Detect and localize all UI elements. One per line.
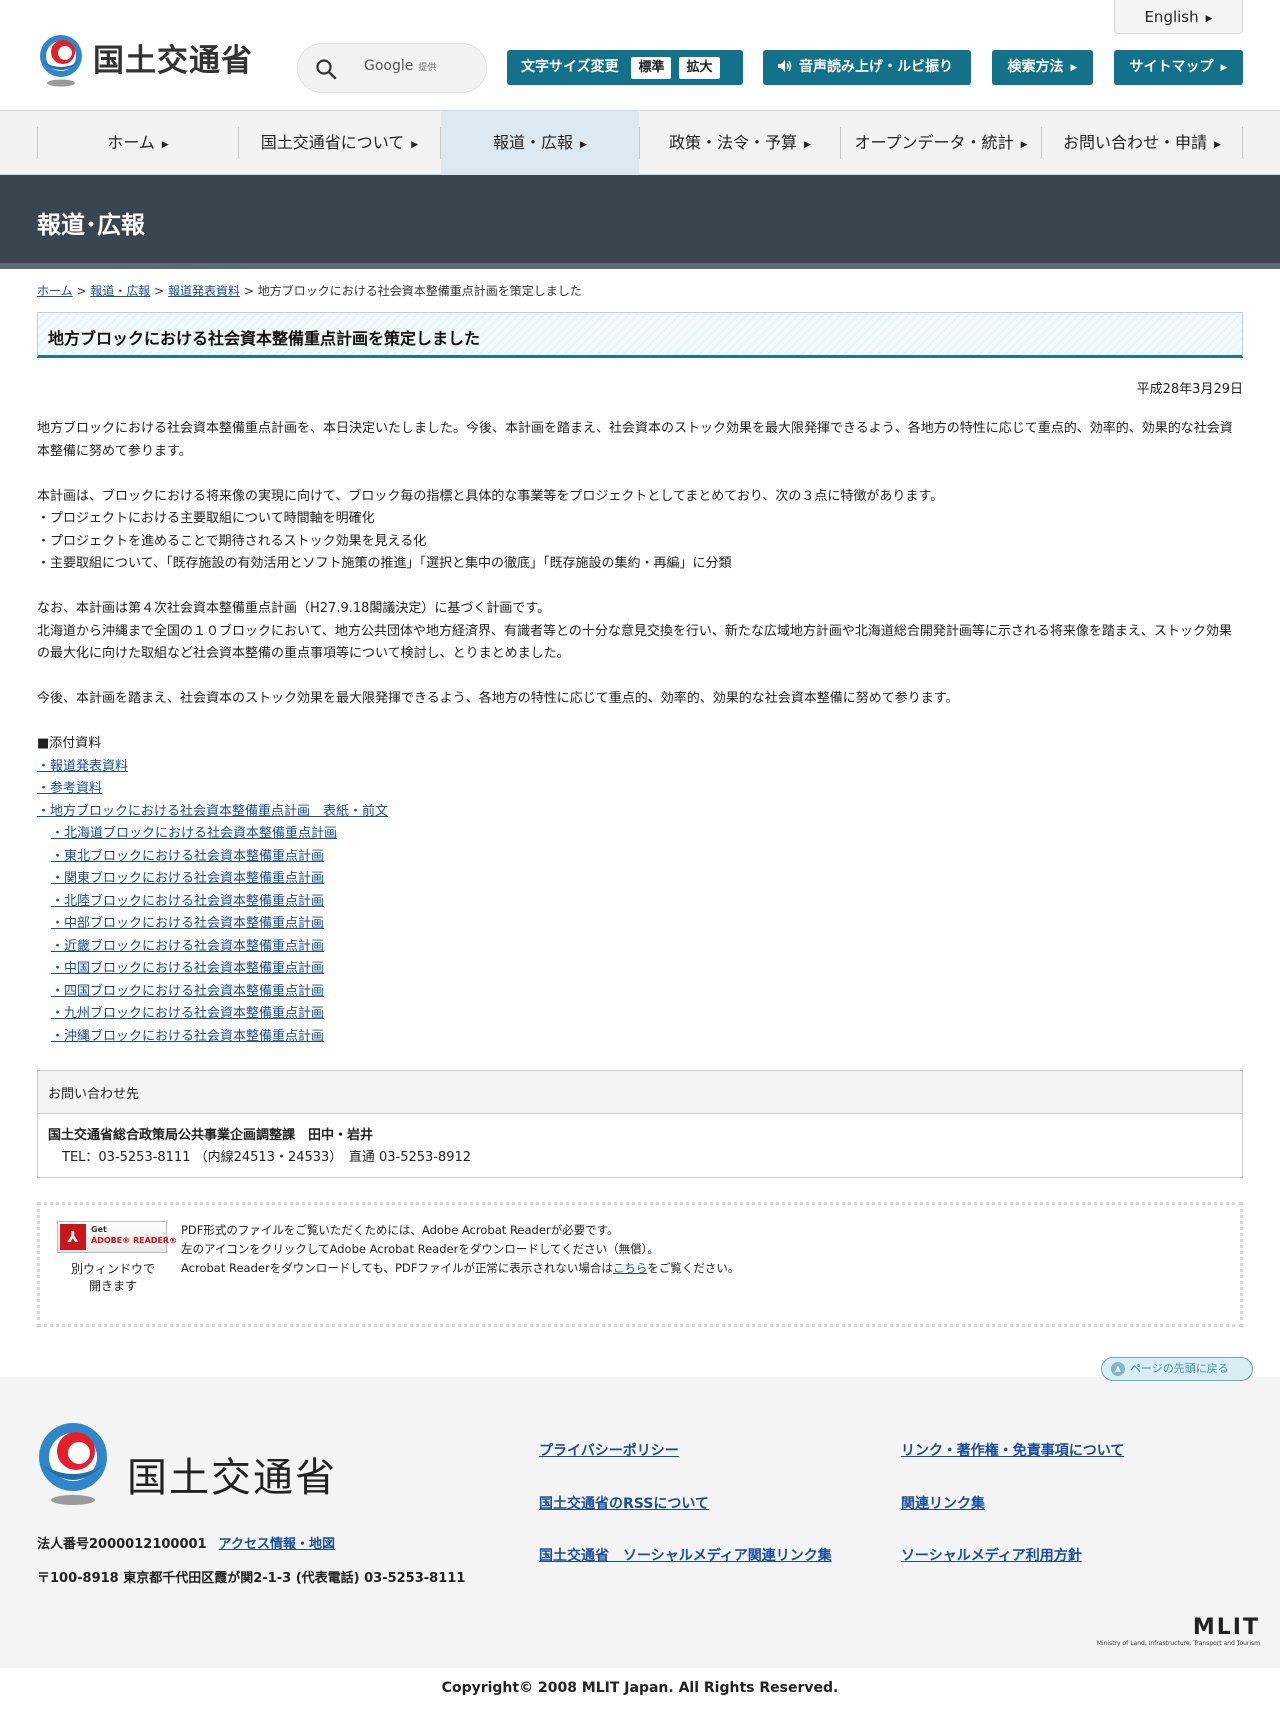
- adobe-help-link[interactable]: こちら: [613, 1261, 648, 1275]
- triangle-right-icon: ▶: [804, 140, 811, 150]
- font-size-large-button[interactable]: 拡大: [679, 57, 720, 79]
- back-to-top-button[interactable]: ▲ ページの先頭に戻る: [1101, 1357, 1253, 1381]
- attachment-link-kanto[interactable]: ・関東ブロックにおける社会資本整備重点計画: [51, 871, 324, 886]
- font-size-control: 文字サイズ変更 標準 拡大: [507, 50, 743, 85]
- triangle-right-icon: ▶: [1220, 63, 1228, 73]
- attachment-link-shikoku[interactable]: ・四国ブロックにおける社会資本整備重点計画: [51, 984, 324, 999]
- footer-logo[interactable]: 国土交通省: [37, 1421, 335, 1507]
- site-search-box[interactable]: Google 提供: [297, 43, 487, 93]
- nav-item-opendata[interactable]: オープンデータ・統計 ▶: [841, 111, 1041, 175]
- nav-divider: [1242, 127, 1243, 159]
- triangle-right-icon: ▶: [161, 140, 169, 150]
- contact-tel: TEL：03-5253-8111 （内線24513・24533） 直通 03-5…: [62, 1150, 472, 1165]
- contact-body: 国土交通省総合政策局公共事業企画調整課 田中・岩井 TEL：03-5253-81…: [38, 1114, 1242, 1180]
- attachment-link-reference[interactable]: ・参考資料: [37, 781, 102, 796]
- breadcrumb: ホーム > 報道・広報 > 報道発表資料 > 地方ブロックにおける社会資本整備重…: [37, 284, 582, 298]
- attachment-link-chugoku[interactable]: ・中国ブロックにおける社会資本整備重点計画: [51, 961, 324, 976]
- triangle-right-icon: ▶: [1205, 14, 1213, 24]
- attachment-link-chubu[interactable]: ・中部ブロックにおける社会資本整備重点計画: [51, 916, 324, 931]
- breadcrumb-current: 地方ブロックにおける社会資本整備重点計画を策定しました: [257, 284, 582, 298]
- article-body: 地方ブロックにおける社会資本整備重点計画を、本日決定いたしました。今後、本計画を…: [37, 418, 1243, 1048]
- site-footer: 国土交通省 法人番号2000012100001 アクセス情報・地図 〒100-89…: [0, 1377, 1280, 1668]
- english-link[interactable]: English ▶: [1114, 0, 1243, 34]
- global-nav: ホーム ▶ 国土交通省について ▶ 報道・広報 ▶ 政策・法令・予算 ▶ オープンデータ…: [0, 111, 1280, 175]
- section-title-band: 報道･広報: [0, 175, 1280, 269]
- article-date: 平成28年3月29日: [1136, 382, 1243, 397]
- attachment-link-hokuriku[interactable]: ・北陸ブロックにおける社会資本整備重点計画: [51, 894, 324, 909]
- feature-item: ・プロジェクトにおける主要取組について時間軸を明確化: [37, 511, 375, 526]
- feature-item: ・プロジェクトを進めることで期待されるストック効果を見える化: [37, 533, 427, 549]
- breadcrumb-release[interactable]: 報道発表資料: [168, 284, 240, 298]
- new-window-caption: 別ウィンドウで 開きます: [70, 1262, 155, 1293]
- arrow-up-icon: ▲: [1111, 1362, 1125, 1376]
- nav-item-press[interactable]: 報道・広報 ▶: [441, 111, 639, 175]
- paragraph: 北海道から沖縄まで全国の１０ブロックにおいて、地方公共団体や地方経済界、有識者等…: [37, 623, 1232, 662]
- attachment-link-press[interactable]: ・報道発表資料: [37, 759, 128, 774]
- copyright: Copyright© 2008 MLIT Japan. All Rights R…: [441, 1680, 839, 1696]
- attachment-link-okinawa[interactable]: ・沖縄ブロックにおける社会資本整備重点計画: [51, 1029, 324, 1044]
- triangle-right-icon: ▶: [1020, 140, 1028, 150]
- corp-number: 法人番号2000012100001 アクセス情報・地図: [37, 1537, 335, 1552]
- paragraph: 今後、本計画を踏まえ、社会資本のストック効果を最大限発揮できるよう、各地方の特性…: [37, 691, 959, 706]
- paragraph: なお、本計画は第４次社会資本整備重点計画（H27.9.18閣議決定）に基づく計画…: [37, 601, 551, 616]
- contact-org: 国土交通省総合政策局公共事業企画調整課 田中・岩井: [48, 1128, 374, 1143]
- font-size-standard-button[interactable]: 標準: [631, 57, 672, 79]
- mlit-emblem-icon: [39, 1423, 107, 1505]
- attachment-link-hokkaido[interactable]: ・北海道ブロックにおける社会資本整備重点計画: [51, 826, 337, 841]
- contact-box: お問い合わせ先 国土交通省総合政策局公共事業企画調整課 田中・岩井 TEL：03…: [37, 1070, 1243, 1178]
- font-size-label: 文字サイズ変更: [521, 59, 619, 75]
- nav-item-home[interactable]: ホーム ▶: [38, 111, 238, 175]
- privacy-policy-link[interactable]: プライバシーポリシー: [539, 1440, 679, 1460]
- breadcrumb-press[interactable]: 報道・広報: [90, 284, 150, 298]
- search-method-button[interactable]: 検索方法 ▶: [992, 50, 1093, 85]
- attachment-link-kinki[interactable]: ・近畿ブロックにおける社会資本整備重点計画: [51, 939, 324, 954]
- site-header: 国土交通省 Google 提供 English ▶ 文字サイズ変更 標準 拡大 音声読…: [0, 0, 1280, 111]
- section-title: 報道･広報: [37, 211, 145, 239]
- breadcrumb-home[interactable]: ホーム: [37, 284, 73, 298]
- search-placeholder[interactable]: Google 提供: [364, 58, 436, 74]
- article-title-box: 地方ブロックにおける社会資本整備重点計画を策定しました: [37, 312, 1243, 358]
- attachment-link-tohoku[interactable]: ・東北ブロックにおける社会資本整備重点計画: [51, 849, 324, 864]
- attachment-link-cover[interactable]: ・地方ブロックにおける社会資本整備重点計画 表紙・前文: [37, 804, 388, 819]
- attachment-link-kyushu[interactable]: ・九州ブロックにおける社会資本整備重点計画: [51, 1006, 324, 1021]
- speaker-icon: [778, 60, 792, 72]
- copyright-terms-link[interactable]: リンク・著作権・免責事項について: [901, 1440, 1124, 1460]
- voice-ruby-button[interactable]: 音声読み上げ・ルビ振り: [763, 50, 971, 85]
- contact-heading: お問い合わせ先: [38, 1071, 1242, 1114]
- footer-logo-text: 国土交通省: [127, 1455, 337, 1501]
- pdf-icon: ⅄: [60, 1224, 86, 1250]
- attachments-heading: ■添付資料: [37, 736, 102, 751]
- triangle-right-icon: ▶: [1214, 140, 1221, 150]
- triangle-right-icon: ▶: [580, 140, 587, 150]
- triangle-right-icon: ▶: [1070, 63, 1078, 73]
- adobe-notice-text: PDF形式のファイルをご覧いただくためには、Adobe Acrobat Read…: [181, 1223, 740, 1275]
- adobe-reader-notice: ⅄ Get ADOBE® READER® 別ウィンドウで 開きます PDF形式の…: [37, 1202, 1243, 1327]
- rss-link[interactable]: 国土交通省のRSSについて: [539, 1493, 709, 1513]
- nav-item-about[interactable]: 国土交通省について ▶: [239, 111, 440, 175]
- mlit-emblem-icon: [40, 35, 82, 87]
- sitemap-button[interactable]: サイトマップ ▶: [1114, 50, 1243, 85]
- logo-text: 国土交通省: [93, 43, 253, 79]
- feature-item: ・主要取組について、「既存施設の有効活用とソフト施策の推進」「選択と集中の徹底」…: [37, 556, 732, 571]
- related-links-link[interactable]: 関連リンク集: [901, 1493, 985, 1513]
- nav-item-policy[interactable]: 政策・法令・予算 ▶: [640, 111, 840, 175]
- mlit-logo[interactable]: 国土交通省: [37, 33, 267, 89]
- footer-address: 〒100-8918 東京都千代田区霞が関2-1-3 (代表電話) 03-5253…: [37, 1571, 466, 1586]
- get-adobe-reader-button[interactable]: ⅄ Get ADOBE® READER®: [57, 1221, 177, 1253]
- article-title: 地方ブロックにおける社会資本整備重点計画を策定しました: [48, 329, 481, 348]
- access-map-link[interactable]: アクセス情報・地図: [219, 1537, 335, 1552]
- social-media-links-link[interactable]: 国土交通省 ソーシャルメディア関連リンク集: [539, 1545, 832, 1565]
- search-icon[interactable]: [315, 58, 337, 80]
- mlit-wordmark: MLIT Ministry of Land, Infrastructure, T…: [1096, 1615, 1260, 1647]
- paragraph: 地方ブロックにおける社会資本整備重点計画を、本日決定いたしました。今後、本計画を…: [37, 421, 1233, 459]
- social-media-policy-link[interactable]: ソーシャルメディア利用方針: [901, 1545, 1082, 1565]
- nav-item-contact[interactable]: お問い合わせ・申請 ▶: [1042, 111, 1242, 175]
- triangle-right-icon: ▶: [411, 140, 419, 150]
- paragraph: 本計画は、ブロックにおける将来像の実現に向けて、ブロック毎の指標と具体的な事業等…: [37, 488, 944, 504]
